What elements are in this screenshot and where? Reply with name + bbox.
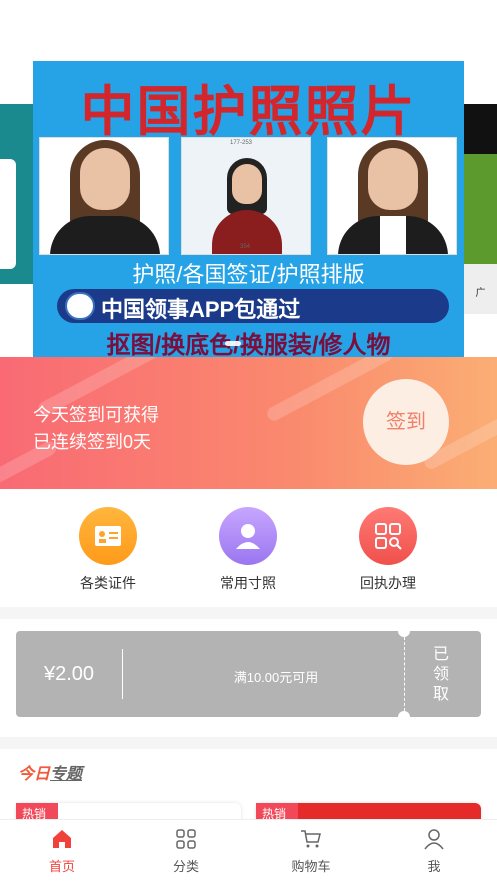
signin-streak-text: 已连续签到0天 <box>33 432 152 452</box>
hot-tag: 热销 <box>256 803 298 819</box>
cart-icon <box>271 826 351 852</box>
menu-item-documents[interactable]: 各类证件 <box>48 507 168 593</box>
signin-reward-text: 今天签到可获得 <box>33 405 159 425</box>
consulate-logo-icon <box>65 292 95 320</box>
coupon-status: 已领取 <box>432 646 449 703</box>
banner-subtitle: 护照/各国签证/护照排版 <box>132 262 365 287</box>
coupon-condition: 满10.00元可用 <box>233 670 319 685</box>
topic-card[interactable]: 热销 <box>16 803 241 819</box>
tab-category[interactable]: 分类 <box>146 826 226 875</box>
banner-pill: 中国领事APP包通过 <box>57 289 449 323</box>
section-divider <box>0 737 497 749</box>
signin-button[interactable]: 签到 <box>363 379 449 465</box>
banner-title: 中国护照照片 <box>80 80 417 143</box>
today-topics: 今日专题 热销 热销 <box>0 749 497 819</box>
topics-title: 今日专题 <box>18 766 83 783</box>
banner-footer: 抠图/换底色/换服装/修人物 <box>106 332 391 357</box>
sample-photo-spec: 177-253 354 <box>181 137 311 255</box>
home-icon <box>22 826 102 852</box>
user-icon <box>394 826 474 852</box>
carousel-indicator <box>225 341 241 346</box>
coupon-card[interactable]: ¥2.00 满10.00元可用 已领取 <box>16 625 481 723</box>
coupon-section: ¥2.00 满10.00元可用 已领取 <box>0 619 497 737</box>
tab-home[interactable]: 首页 <box>22 826 102 875</box>
menu-item-photo-sizes[interactable]: 常用寸照 <box>188 507 308 593</box>
banner-carousel[interactable]: 广 中国护照照片 177-253 354 护照/各国签证/护照排版 中国领事AP… <box>0 0 497 357</box>
menu-item-receipt[interactable]: 回执办理 <box>328 507 448 593</box>
coupon-price: ¥2.00 <box>44 663 95 685</box>
tab-me[interactable]: 我 <box>394 826 474 875</box>
banner-slide[interactable]: 中国护照照片 177-253 354 护照/各国签证/护照排版 中国领事APP包… <box>33 61 464 357</box>
quick-menu: 各类证件 常用寸照 回执办理 <box>0 489 497 607</box>
id-card-icon <box>79 507 137 565</box>
signin-banner: 今天签到可获得 已连续签到0天 签到 <box>0 357 497 489</box>
prev-slide-peek[interactable] <box>0 104 33 284</box>
grid-search-icon <box>359 507 417 565</box>
bottom-tab-bar: 首页 分类 购物车 我 <box>0 819 497 883</box>
sample-photo-left <box>39 137 169 255</box>
hot-tag: 热销 <box>16 803 58 819</box>
person-photo-icon <box>219 507 277 565</box>
topic-card[interactable]: 热销 <box>256 803 481 819</box>
section-divider <box>0 607 497 619</box>
next-slide-peek[interactable]: 广 <box>464 104 497 314</box>
sample-photo-right <box>327 137 457 255</box>
category-icon <box>146 826 226 852</box>
tab-cart[interactable]: 购物车 <box>271 826 351 875</box>
